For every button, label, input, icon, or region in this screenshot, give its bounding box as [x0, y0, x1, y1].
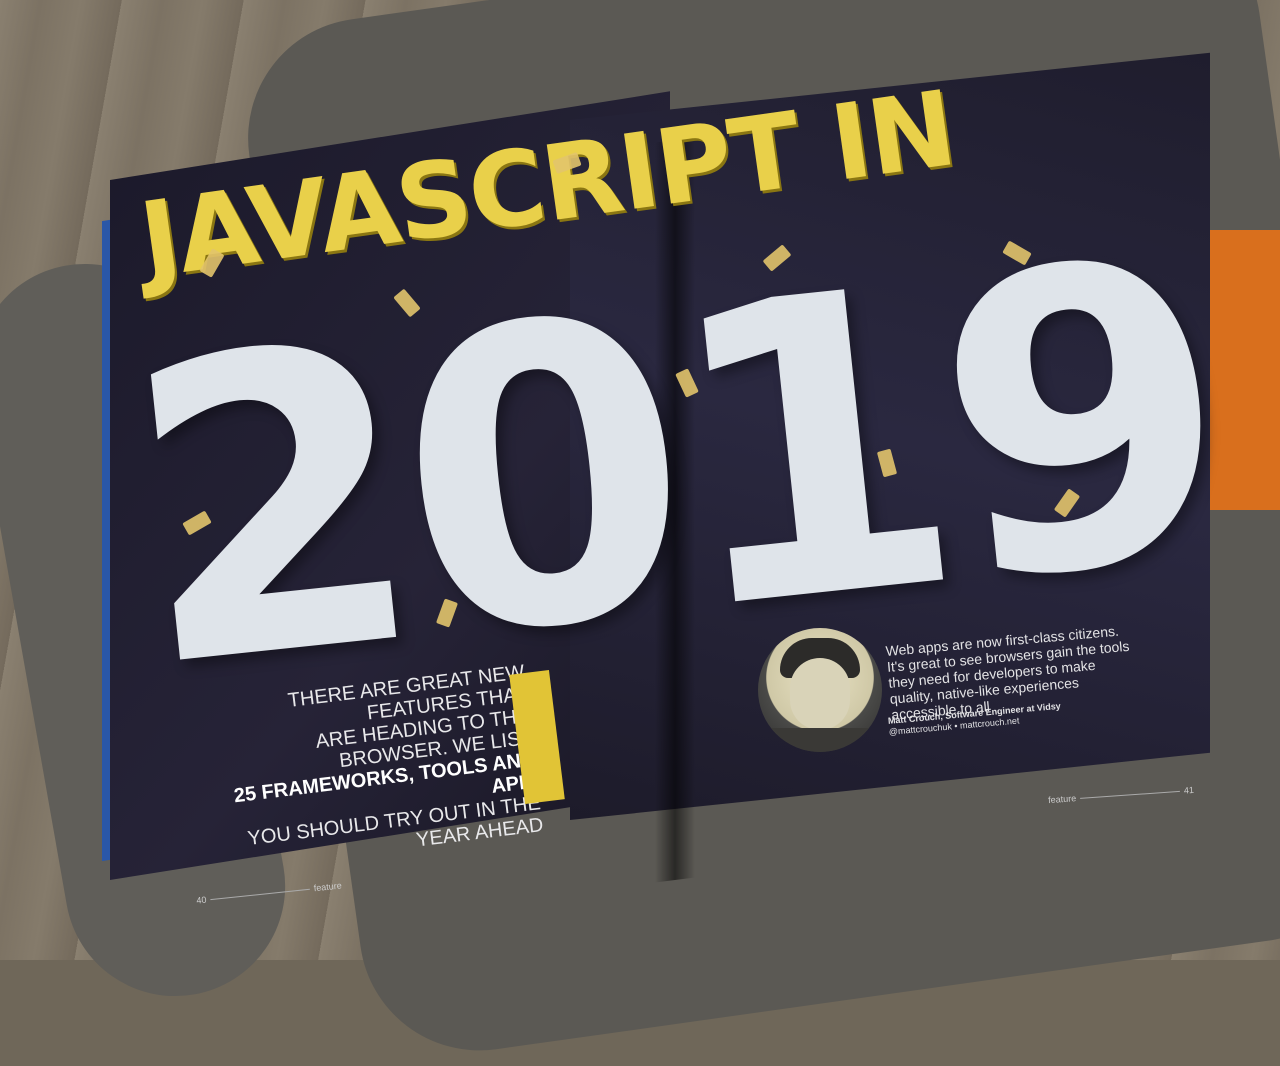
separator: • [953, 720, 958, 732]
page-number-right: 41 [1183, 784, 1195, 796]
section-label-right: feature [1047, 793, 1077, 806]
author-photo [758, 628, 882, 752]
page-number-left: 40 [195, 894, 207, 906]
